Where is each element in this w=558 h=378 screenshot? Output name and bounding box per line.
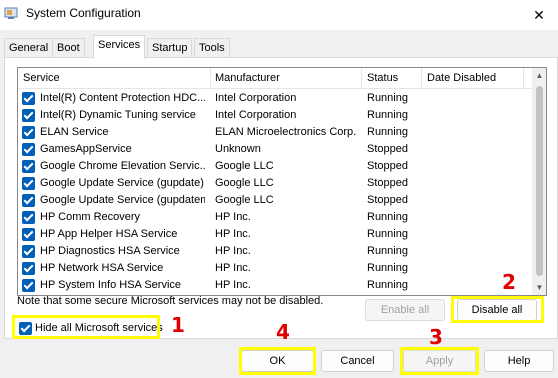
service-checkbox[interactable] xyxy=(22,262,35,275)
status-cell: Stopped xyxy=(367,143,408,155)
secure-services-note: Note that some secure Microsoft services… xyxy=(17,295,324,307)
status-cell: Running xyxy=(367,262,408,274)
help-button[interactable]: Help xyxy=(484,350,554,372)
tab-tools[interactable]: Tools xyxy=(194,38,230,58)
service-checkbox[interactable] xyxy=(22,143,35,156)
status-cell: Stopped xyxy=(367,160,408,172)
manufacturer-cell: Intel Corporation xyxy=(215,92,297,104)
step-number-1: 1 xyxy=(171,313,185,337)
column-header-status[interactable]: Status xyxy=(367,72,398,84)
service-checkbox[interactable] xyxy=(22,92,35,105)
step-number-4: 4 xyxy=(276,320,290,344)
service-checkbox[interactable] xyxy=(22,228,35,241)
service-checkbox[interactable] xyxy=(22,177,35,190)
service-checkbox[interactable] xyxy=(22,160,35,173)
column-divider[interactable] xyxy=(361,68,362,89)
service-name-cell: Google Update Service (gupdate) xyxy=(40,177,204,189)
title-bar: System Configuration ✕ xyxy=(0,0,558,30)
manufacturer-cell: Unknown xyxy=(215,143,261,155)
status-cell: Running xyxy=(367,92,408,104)
service-checkbox[interactable] xyxy=(22,211,35,224)
step-number-2: 2 xyxy=(502,270,516,294)
status-cell: Running xyxy=(367,211,408,223)
service-checkbox[interactable] xyxy=(22,279,35,292)
service-name-cell: GamesAppService xyxy=(40,143,132,155)
column-divider[interactable] xyxy=(421,68,422,89)
status-cell: Stopped xyxy=(367,177,408,189)
service-name-cell: HP App Helper HSA Service xyxy=(40,228,178,240)
service-checkbox[interactable] xyxy=(22,126,35,139)
table-row[interactable]: GamesAppService Unknown Stopped xyxy=(18,141,532,158)
manufacturer-cell: ELAN Microelectronics Corp. xyxy=(215,126,357,138)
highlight-ok xyxy=(239,347,316,375)
manufacturer-cell: HP Inc. xyxy=(215,262,251,274)
tab-startup[interactable]: Startup xyxy=(147,38,193,58)
table-row[interactable]: Intel(R) Content Protection HDC... Intel … xyxy=(18,90,532,107)
manufacturer-cell: Google LLC xyxy=(215,177,274,189)
manufacturer-cell: HP Inc. xyxy=(215,211,251,223)
service-checkbox[interactable] xyxy=(22,245,35,258)
manufacturer-cell: HP Inc. xyxy=(215,279,251,291)
column-header-date-disabled[interactable]: Date Disabled xyxy=(427,72,496,84)
tab-general[interactable]: General xyxy=(4,38,54,58)
table-row[interactable]: Google Chrome Elevation Servic... Google … xyxy=(18,158,532,175)
services-list[interactable]: Service Manufacturer Status Date Disable… xyxy=(17,67,547,296)
table-row[interactable]: ELAN Service ELAN Microelectronics Corp. R… xyxy=(18,124,532,141)
table-row[interactable]: HP Comm Recovery HP Inc. Running xyxy=(18,209,532,226)
enable-all-button[interactable]: Enable all xyxy=(365,299,445,321)
table-row[interactable]: Google Update Service (gupdate) Google LL… xyxy=(18,175,532,192)
highlight-disable-all xyxy=(451,296,544,323)
scrollbar-thumb[interactable] xyxy=(536,86,543,276)
manufacturer-cell: HP Inc. xyxy=(215,228,251,240)
column-header-service[interactable]: Service xyxy=(23,72,60,84)
service-name-cell: HP Comm Recovery xyxy=(40,211,141,223)
service-name-cell: HP Network HSA Service xyxy=(40,262,164,274)
table-row[interactable]: HP App Helper HSA Service HP Inc. Running xyxy=(18,226,532,243)
service-name-cell: HP Diagnostics HSA Service xyxy=(40,245,180,257)
table-row[interactable]: Google Update Service (gupdatem) Google L… xyxy=(18,192,532,209)
scroll-up-arrow-icon[interactable]: ▲ xyxy=(532,68,546,83)
status-cell: Running xyxy=(367,245,408,257)
list-header: Service Manufacturer Status Date Disable… xyxy=(18,68,546,89)
service-name-cell: HP System Info HSA Service xyxy=(40,279,182,291)
tab-boot[interactable]: Boot xyxy=(52,38,85,58)
status-cell: Running xyxy=(367,279,408,291)
service-name-cell: Google Chrome Elevation Servic... xyxy=(40,160,205,172)
column-divider[interactable] xyxy=(210,68,211,89)
service-checkbox[interactable] xyxy=(22,194,35,207)
manufacturer-cell: Google LLC xyxy=(215,194,274,206)
highlight-apply xyxy=(400,347,479,375)
table-row[interactable]: HP Network HSA Service HP Inc. Running xyxy=(18,260,532,277)
manufacturer-cell: HP Inc. xyxy=(215,245,251,257)
tab-services[interactable]: Services xyxy=(93,35,146,59)
highlight-hide-microsoft xyxy=(12,315,160,339)
service-name-cell: Intel(R) Content Protection HDC... xyxy=(40,92,205,104)
status-cell: Running xyxy=(367,109,408,121)
manufacturer-cell: Intel Corporation xyxy=(215,109,297,121)
table-row[interactable]: HP System Info HSA Service HP Inc. Running xyxy=(18,277,532,294)
status-cell: Stopped xyxy=(367,194,408,206)
table-row[interactable]: HP Diagnostics HSA Service HP Inc. Running xyxy=(18,243,532,260)
status-cell: Running xyxy=(367,126,408,138)
step-number-3: 3 xyxy=(429,325,443,349)
service-name-cell: ELAN Service xyxy=(40,126,109,138)
status-cell: Running xyxy=(367,228,408,240)
cancel-button[interactable]: Cancel xyxy=(321,350,394,372)
window-title: System Configuration xyxy=(26,6,141,20)
service-name-cell: Google Update Service (gupdatem) xyxy=(40,194,205,206)
column-header-manufacturer[interactable]: Manufacturer xyxy=(215,72,280,84)
manufacturer-cell: Google LLC xyxy=(215,160,274,172)
vertical-scrollbar[interactable]: ▲ ▼ xyxy=(532,68,546,295)
scroll-down-arrow-icon[interactable]: ▼ xyxy=(532,280,546,295)
msconfig-app-icon xyxy=(4,7,18,19)
close-icon[interactable]: ✕ xyxy=(520,0,558,30)
tab-strip: General Boot Services Startup Tools xyxy=(0,30,558,59)
system-configuration-window: System Configuration ✕ General Boot Serv… xyxy=(0,0,558,378)
table-row[interactable]: Intel(R) Dynamic Tuning service Intel Cor… xyxy=(18,107,532,124)
service-name-cell: Intel(R) Dynamic Tuning service xyxy=(40,109,196,121)
service-checkbox[interactable] xyxy=(22,109,35,122)
column-divider[interactable] xyxy=(523,68,524,89)
